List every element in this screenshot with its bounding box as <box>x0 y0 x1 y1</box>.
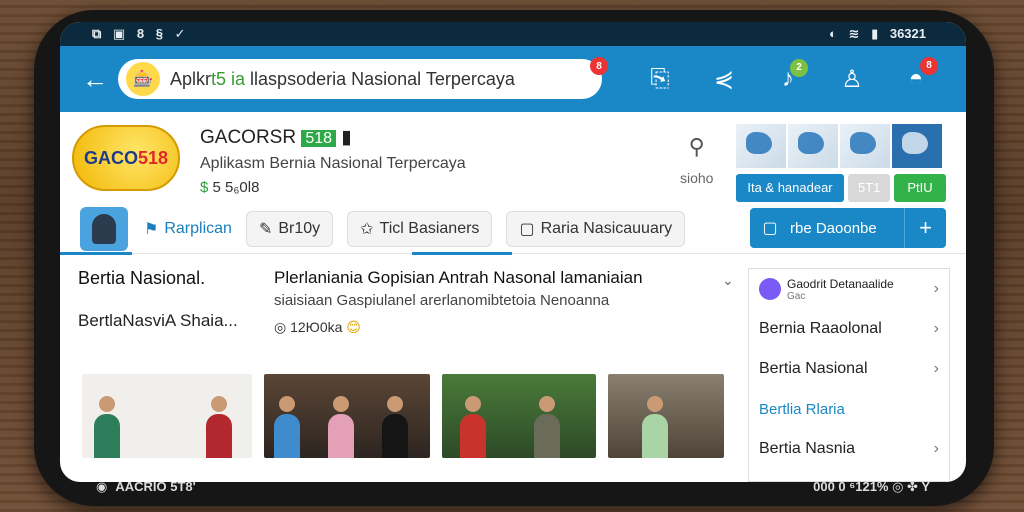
list-item[interactable]: Gaodrit Detanaalide Gac › <box>749 269 949 309</box>
map-thumbnail[interactable] <box>840 124 890 168</box>
side-search-label: sioho <box>680 170 714 186</box>
settings-icon: ◉ <box>96 479 108 494</box>
star-icon: ✩ <box>360 220 374 238</box>
app-meta: $ 5 5₆0l8 <box>200 179 260 196</box>
chevron-right-icon: › <box>933 280 939 297</box>
search-icon[interactable]: ⚲ <box>680 134 713 160</box>
bottom-left: ◉ AACRIO 5T8' <box>96 479 196 494</box>
map-thumbnail[interactable] <box>788 124 838 168</box>
chip-secondary[interactable]: 5T1 <box>848 174 890 202</box>
wifi-icon: ≋ <box>848 26 860 41</box>
photo-strip <box>60 374 750 458</box>
chevron-right-icon: › <box>933 320 939 337</box>
news-content: Bertia Nasional. BertlaNasviA Shaia... P… <box>60 254 750 482</box>
square-icon: ▢ <box>519 220 535 238</box>
battery-icon: ▮ <box>871 26 879 41</box>
chat-bubble-icon: ▢ <box>762 220 778 237</box>
photo-thumbnail[interactable] <box>264 374 430 458</box>
search-bar[interactable]: 🎰 Aplkrt5 ia llaspsoderia Nasional Terpe… <box>118 57 608 99</box>
photo-thumbnail[interactable] <box>82 374 252 458</box>
news-main: Plerlaniania Gopisian Antrah Nasonal lam… <box>260 268 750 364</box>
emoji-icon: 😊 <box>346 319 361 335</box>
list-item[interactable]: Bertlia Rlaria <box>749 389 949 429</box>
map-thumbnails <box>736 124 944 168</box>
chat-badge: 8 <box>920 56 938 75</box>
chevron-right-icon: › <box>933 440 939 457</box>
news-left: Bertia Nasional. BertlaNasviA Shaia... <box>60 268 260 364</box>
flag-icon: ⚑ <box>144 220 159 238</box>
news-left-sub: BertlaNasviA Shaia... <box>78 311 238 330</box>
chevron-down-icon[interactable]: ⌄ <box>722 272 734 289</box>
search-badge: 8 <box>590 57 608 75</box>
chat-icon[interactable]: ◓ 8 <box>884 56 948 94</box>
app-subtitle: Aplikasm Bernia Nasional Terpercaya <box>200 155 466 172</box>
share-icon[interactable]: ⋞ <box>692 65 756 94</box>
top-app-bar: ← 🎰 Aplkrt5 ia llaspsoderia Nasional Ter… <box>60 46 966 112</box>
save-icon[interactable]: ⎘ <box>628 65 692 94</box>
header-chips: Ita & hanadear 5T1 PtIU <box>736 174 950 202</box>
brand-logo: GACO 518 <box>60 112 192 204</box>
app-logo-icon: 🎰 <box>126 62 160 96</box>
app-header: GACO 518 GACORSR 518 ▮ Aplikasm Bernia Na… <box>60 112 966 204</box>
photo-thumbnail[interactable] <box>608 374 724 458</box>
phone-screen: ⧉ ▣ 8 § ✓ ◐ ≋ ▮ 36321 ← 🎰 Aplkrt5 ia lla… <box>60 22 966 482</box>
download-icon: $ <box>200 179 209 196</box>
chip-primary[interactable]: Ita & hanadear <box>736 174 844 202</box>
tab-bar: ⚑ Rarplican ✎ Br10y ✩ Ticl Basianers ▢ R… <box>60 204 966 255</box>
map-thumbnail[interactable] <box>736 124 786 168</box>
status-right: ◐ ≋ ▮ 36321 <box>829 26 934 42</box>
avatar <box>759 278 781 300</box>
bell-icon[interactable]: ♪ 2 <box>756 58 820 94</box>
user-icon[interactable]: ♙ <box>820 65 884 94</box>
tab-raria-nasicauuary[interactable]: ▢ Raria Nasicauuary <box>506 210 686 247</box>
news-description: siaisiaan Gaspiulanel arerlanomibtetoia … <box>274 292 610 309</box>
avatar[interactable] <box>80 206 128 251</box>
avatar-person-icon <box>92 213 116 244</box>
chip-green[interactable]: PtIU <box>894 174 946 202</box>
status-icon: § <box>155 26 163 41</box>
add-button[interactable]: + <box>904 208 946 248</box>
back-arrow-icon[interactable]: ← <box>72 64 118 95</box>
app-info: GACORSR 518 ▮ Aplikasm Bernia Nasional T… <box>192 112 662 204</box>
chevron-right-icon: › <box>933 360 939 377</box>
status-left-icons: ⧉ ▣ 8 § ✓ <box>92 26 193 42</box>
brand-disc: GACO 518 <box>72 125 180 191</box>
app-title: GACORSR 518 ▮ <box>200 127 352 148</box>
app-bar-actions: ⎘ ⋞ ♪ 2 ♙ ◓ 8 <box>628 56 948 94</box>
map-thumbnail[interactable] <box>892 124 942 168</box>
list-item[interactable]: Bertia Nasnia › <box>749 429 949 469</box>
list-item[interactable]: Bernia Raaolonal › <box>749 309 949 349</box>
news-headline: Plerlaniania Gopisian Antrah Nasonal lam… <box>274 268 643 287</box>
tab-rarplican[interactable]: ⚑ Rarplican <box>144 211 232 247</box>
search-text: Aplkrt5 ia llaspsoderia Nasional Terperc… <box>170 68 515 89</box>
bottom-right: 000 0 ⁶121% ◎ ✤ Y <box>813 479 930 494</box>
status-icon: ▣ <box>112 26 126 41</box>
status-icon: ⧉ <box>92 26 102 41</box>
news-item[interactable]: Bertia Nasional. BertlaNasviA Shaia... P… <box>60 254 750 364</box>
status-icon: ◐ <box>829 26 837 41</box>
list-item[interactable]: Bertia Nasional › <box>749 349 949 389</box>
news-left-title: Bertia Nasional. <box>78 268 206 288</box>
status-bar: ⧉ ▣ 8 § ✓ ◐ ≋ ▮ 36321 <box>60 22 966 46</box>
cta-button[interactable]: ▢ rbe Daoonbe + <box>750 208 946 248</box>
status-icon: 8 <box>136 26 145 41</box>
pencil-icon: ✎ <box>258 220 273 238</box>
side-list: Gaodrit Detanaalide Gac › Bernia Raaolona… <box>748 268 950 482</box>
bottom-status-bar: ◉ AACRIO 5T8' 000 0 ⁶121% ◎ ✤ Y <box>60 474 966 500</box>
tab-br10y[interactable]: ✎ Br10y <box>245 210 334 247</box>
photo-thumbnail[interactable] <box>442 374 596 458</box>
status-time: 36321 <box>889 26 926 41</box>
status-icon: ✓ <box>174 26 186 41</box>
tab-ticl-basianers[interactable]: ✩ Ticl Basianers <box>347 210 493 247</box>
side-search[interactable]: ⚲ sioho <box>680 134 713 186</box>
news-views: ◎ 12Ю0ka 😊 <box>274 319 361 335</box>
bell-badge: 2 <box>790 58 808 77</box>
